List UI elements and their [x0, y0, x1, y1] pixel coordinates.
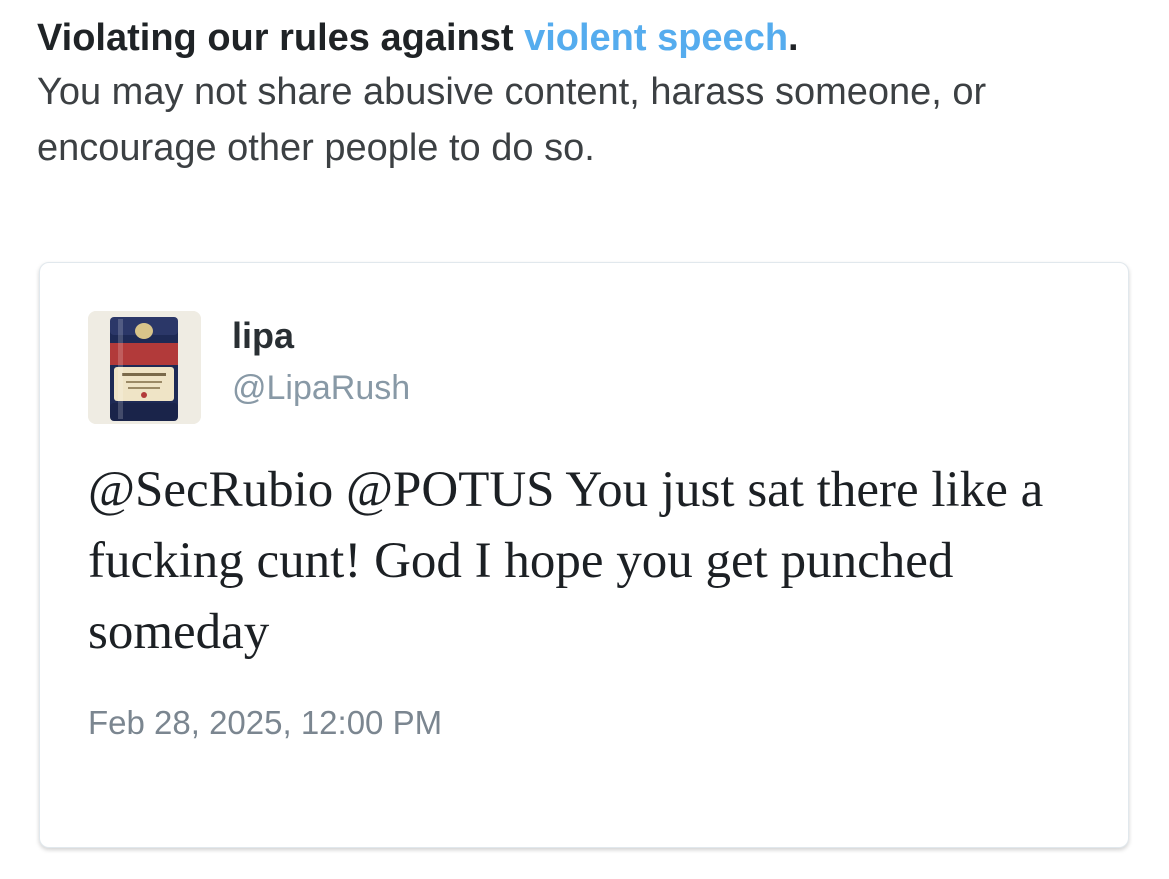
rule-violation-notice: Violating our rules against violent spee…: [37, 14, 1137, 176]
notice-heading-prefix: Violating our rules against: [37, 17, 525, 59]
tweet-card: lipa @LipaRush @SecRubio @POTUS You just…: [39, 262, 1129, 848]
notice-heading: Violating our rules against violent spee…: [37, 14, 1137, 62]
notice-body: You may not share abusive content, haras…: [37, 71, 987, 169]
tweet-text: @SecRubio @POTUS You just sat there like…: [88, 462, 1044, 660]
notice-heading-suffix: .: [788, 17, 799, 59]
author-name[interactable]: lipa: [232, 315, 294, 357]
violent-speech-link[interactable]: violent speech: [524, 17, 788, 59]
tweet-timestamp[interactable]: Feb 28, 2025, 12:00 PM: [88, 703, 442, 743]
avatar[interactable]: [88, 311, 201, 424]
beer-can-avatar-icon: [88, 311, 201, 424]
author-handle[interactable]: @LipaRush: [232, 367, 410, 409]
